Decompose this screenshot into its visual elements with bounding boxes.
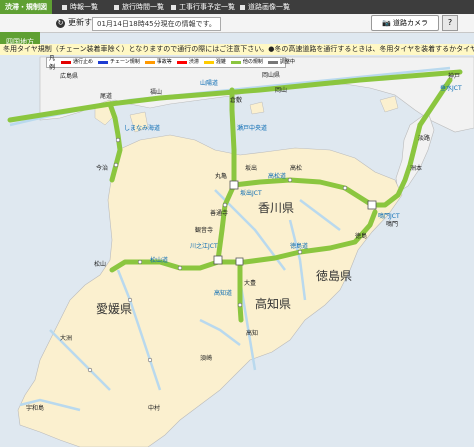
place-otoyo: 大豊 <box>244 279 256 287</box>
legend-label: 渋滞 <box>188 59 199 65</box>
label-kochi: 高知道 <box>214 289 232 297</box>
label-naruto-jct: 鳴門JCT <box>378 212 400 220</box>
place-uwajima: 宇和島 <box>26 404 44 412</box>
legend-item-busy: 混雑 <box>203 58 226 67</box>
place-matsuyama: 松山 <box>94 260 106 268</box>
legend-item-adjusting: 調整中 <box>267 58 295 67</box>
legend-item-congestion: 渋滞 <box>176 58 199 67</box>
place-zentsuji: 善通寺 <box>210 209 228 217</box>
legend-item-closed: 通行止め <box>61 58 93 67</box>
legend-swatch <box>267 61 278 64</box>
place-marugame: 丸亀 <box>215 172 227 180</box>
legend-swatch <box>144 61 155 64</box>
label-matsuyama: 松山道 <box>150 256 168 264</box>
place-onomichi: 尾道 <box>100 92 112 100</box>
place-naruto: 鳴門 <box>386 220 398 228</box>
place-ozu: 大洲 <box>60 334 72 342</box>
legend-label: チェーン規制 <box>110 59 140 65</box>
label-takamatsu: 高松道 <box>268 172 286 180</box>
place-hiroshima: 広島県 <box>60 72 78 80</box>
place-sumoto: 洲本 <box>410 164 422 172</box>
label-kawanoe-jct: 川之江JCT <box>190 242 218 250</box>
place-kanonji: 観音寺 <box>195 226 213 234</box>
place-kochi: 高知 <box>246 329 258 337</box>
legend-swatch <box>203 61 214 64</box>
shikoku-landmass <box>17 134 403 447</box>
place-awaji: 淡路 <box>418 134 430 142</box>
kawanoe-jct-marker[interactable] <box>213 255 223 265</box>
legend-label: 通行止め <box>73 59 94 65</box>
label-setochuo: 瀬戸中央道 <box>237 124 267 132</box>
legend-swatch <box>230 61 241 64</box>
place-okayama-pref: 岡山県 <box>262 71 280 79</box>
legend-item-other: 他の規制 <box>230 58 263 67</box>
label-sanyo: 山陽道 <box>200 79 218 87</box>
place-kobe: 神戸 <box>448 72 460 80</box>
place-imabari: 今治 <box>96 164 108 172</box>
place-kurashiki: 倉敷 <box>230 96 242 104</box>
kochi-jct-marker[interactable] <box>235 257 244 266</box>
legend-label: 調整中 <box>279 59 295 65</box>
legend-swatch <box>176 61 187 64</box>
place-takamatsu: 高松 <box>290 164 302 172</box>
seto-chuo-expressway <box>229 87 237 188</box>
label-tokushima: 徳島道 <box>290 242 308 250</box>
label-sakaide-jct: 坂出JCT <box>240 189 262 197</box>
place-nakamura: 中村 <box>148 404 160 412</box>
place-sakaide: 坂出 <box>245 164 257 172</box>
place-susaki: 須崎 <box>200 354 212 362</box>
pref-tokushima: 徳島県 <box>316 268 352 283</box>
pref-kagawa: 香川県 <box>258 201 294 215</box>
legend-label: 混雑 <box>215 59 226 65</box>
label-tarumi-jct: 垂水JCT <box>440 84 462 92</box>
pref-kochi: 高知県 <box>255 296 291 311</box>
legend-title: 凡例 <box>49 54 56 71</box>
legend-label: 事故等 <box>156 59 172 65</box>
legend-swatch <box>98 61 109 64</box>
naruto-jct-marker[interactable] <box>367 200 377 210</box>
legend-item-accident: 事故等 <box>144 58 172 67</box>
legend-swatch <box>61 61 72 64</box>
place-okayama: 岡山 <box>275 86 287 94</box>
sakaide-jct-marker[interactable] <box>229 180 239 190</box>
place-fukuyama: 福山 <box>150 88 162 96</box>
label-shimanami: しまなみ海道 <box>124 124 160 132</box>
kochi-expressway <box>237 259 244 323</box>
pref-ehime: 愛媛県 <box>96 302 132 316</box>
map-legend: 凡例 通行止め チェーン規制 事故等 渋滞 混雑 他の規制 調整中 <box>46 55 295 71</box>
place-tokushima: 徳島 <box>355 232 367 240</box>
legend-item-chain: チェーン規制 <box>98 58 140 67</box>
legend-label: 他の規制 <box>242 59 263 65</box>
